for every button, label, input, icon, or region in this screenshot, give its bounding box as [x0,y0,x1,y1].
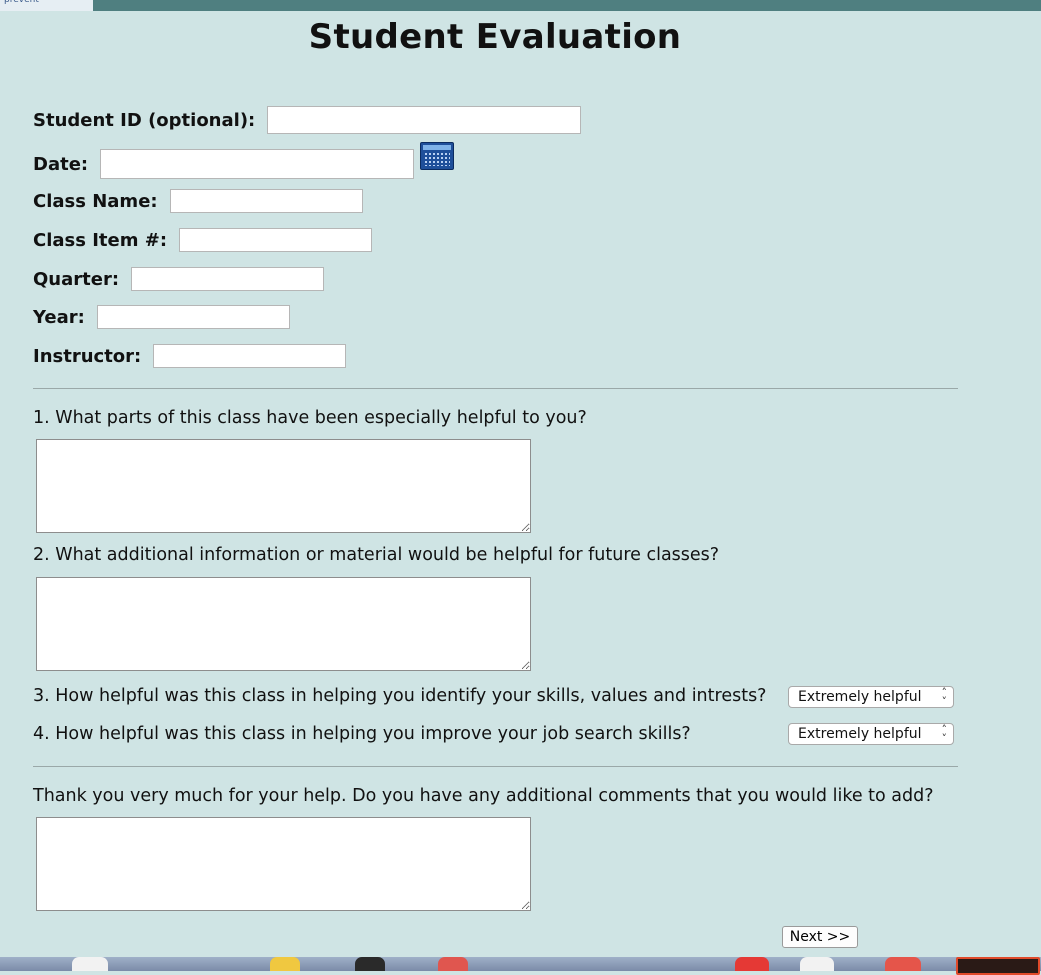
comments-textarea[interactable] [36,817,531,911]
quarter-label: Quarter: [33,268,120,290]
instructor-row: Instructor: [33,344,347,368]
chevron-up-down-icon: ˄ ˅ [941,686,948,708]
year-label: Year: [33,306,85,328]
dock-app-icon[interactable] [735,957,769,971]
dock-app-icon[interactable] [800,957,834,971]
section-divider [33,388,958,389]
comments-prompt: Thank you very much for your help. Do yo… [33,786,934,806]
class-name-label: Class Name: [33,190,158,212]
calendar-grid [424,152,450,166]
question-2-textarea[interactable] [36,577,531,671]
calendar-icon[interactable] [420,142,454,170]
question-1-text: 1. What parts of this class have been es… [33,408,587,428]
question-3-select[interactable]: Extremely helpful ˄ ˅ [788,686,954,708]
class-name-row: Class Name: [33,189,363,213]
quarter-row: Quarter: [33,267,325,291]
dock-app-icon[interactable] [72,957,108,971]
instructor-input[interactable] [153,344,347,368]
dock-app-icon[interactable] [355,957,385,971]
class-item-input[interactable] [179,228,373,252]
calendar-header [423,145,451,150]
instructor-label: Instructor: [33,345,142,367]
dock-app-icon[interactable] [270,957,300,971]
browser-top-bar [0,0,1041,11]
class-item-row: Class Item #: [33,228,373,252]
date-input[interactable] [100,149,415,179]
dock-app-icon[interactable] [885,957,921,971]
question-3-selected-value: Extremely helpful [798,689,922,705]
chevron-up-down-icon: ˄ ˅ [941,723,948,745]
question-4-selected-value: Extremely helpful [798,726,922,742]
year-input[interactable] [96,305,290,329]
year-row: Year: [33,305,290,329]
question-4-text: 4. How helpful was this class in helping… [33,724,691,744]
quarter-input[interactable] [131,267,325,291]
student-id-row: Student ID (optional): [33,106,582,134]
date-label: Date: [33,153,89,175]
class-name-input[interactable] [169,189,363,213]
page-title: Student Evaluation [308,17,682,57]
os-dock [0,957,1041,975]
next-button[interactable]: Next >> [782,926,858,948]
browser-tab[interactable]: prevent [0,0,93,11]
dock-app-icon[interactable] [438,957,468,971]
browser-tab-label: prevent [4,0,39,5]
date-row: Date: [33,149,415,179]
question-1-textarea[interactable] [36,439,531,533]
question-3-text: 3. How helpful was this class in helping… [33,686,767,706]
class-item-label: Class Item #: [33,229,168,251]
question-2-text: 2. What additional information or materi… [33,545,720,565]
dock-app-icon[interactable] [956,957,1040,975]
section-divider [33,766,958,767]
student-id-input[interactable] [267,106,582,134]
student-id-label: Student ID (optional): [33,109,256,131]
question-4-select[interactable]: Extremely helpful ˄ ˅ [788,723,954,745]
